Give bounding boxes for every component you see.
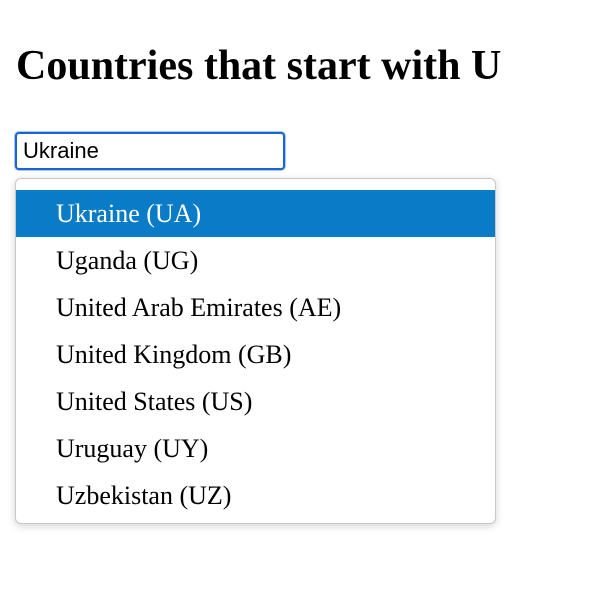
list-item-uruguay[interactable]: Uruguay (UY): [16, 425, 495, 472]
search-input[interactable]: [15, 132, 285, 170]
autocomplete-dropdown: Ukraine (UA) Uganda (UG) United Arab Emi…: [15, 178, 496, 524]
list-item-uganda[interactable]: Uganda (UG): [16, 237, 495, 284]
list-item-united-arab-emirates[interactable]: United Arab Emirates (AE): [16, 284, 495, 331]
list-item-united-states[interactable]: United States (US): [16, 378, 495, 425]
list-item-ukraine[interactable]: Ukraine (UA): [16, 190, 495, 237]
list-item-united-kingdom[interactable]: United Kingdom (GB): [16, 331, 495, 378]
list-item-uzbekistan[interactable]: Uzbekistan (UZ): [16, 472, 495, 519]
page-title: Countries that start with U: [16, 43, 502, 89]
